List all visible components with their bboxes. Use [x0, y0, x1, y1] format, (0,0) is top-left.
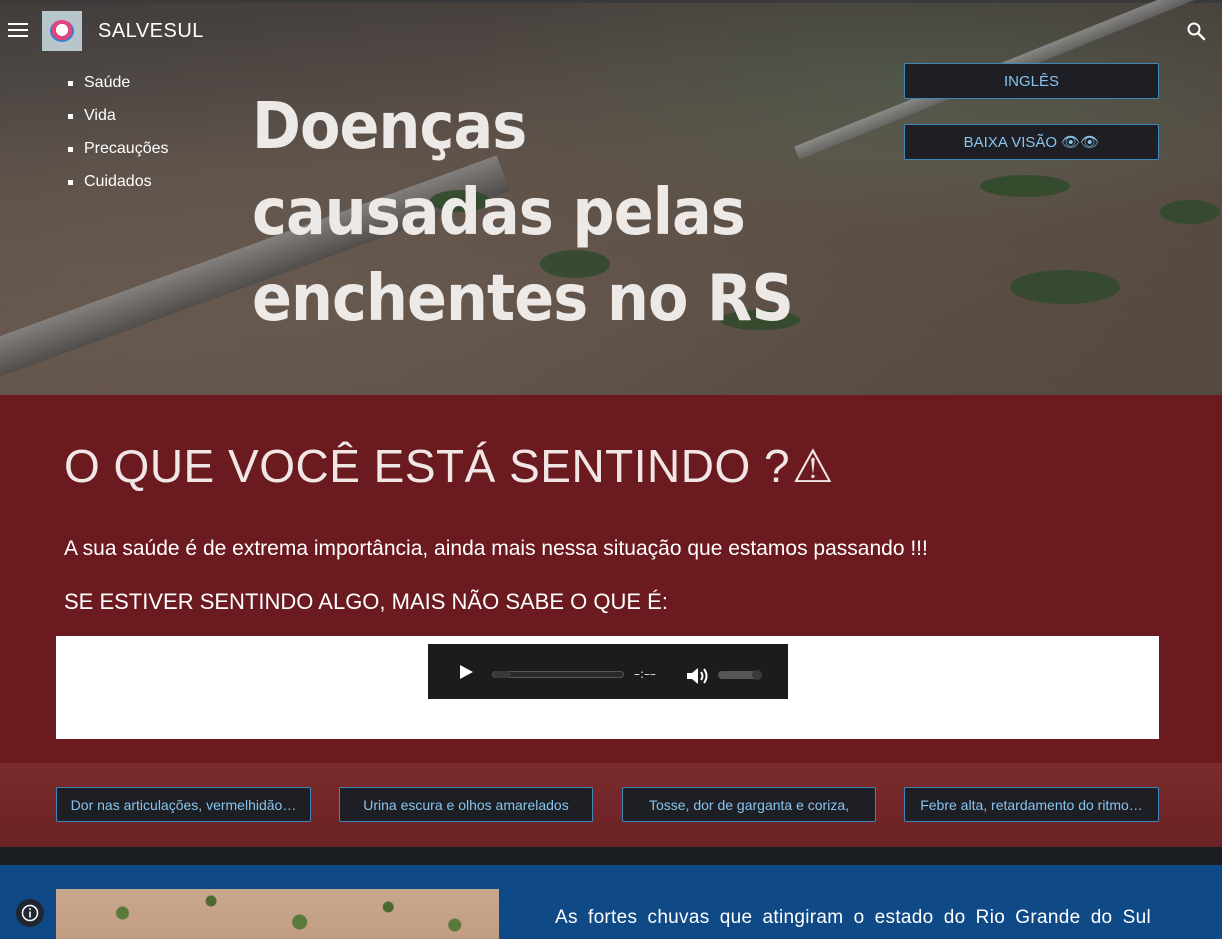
nav-item-cuidados[interactable]: Cuidados [66, 169, 169, 202]
hero-title: Doenças causadas pelas enchentes no RS [252, 90, 794, 336]
symptom-button-joint-pain[interactable]: Dor nas articulações, vermelhidão… [56, 787, 311, 822]
menu-icon[interactable] [8, 20, 28, 40]
search-icon[interactable] [1186, 21, 1206, 41]
volume-slider-knob[interactable] [752, 670, 762, 680]
nav-item-saude[interactable]: Saúde [66, 70, 169, 103]
feeling-section: O QUE VOCÊ ESTÁ SENTINDO ?⚠ A sua saúde … [0, 395, 1222, 763]
info-circle-icon [21, 904, 39, 922]
audio-progress-knob[interactable] [493, 671, 511, 678]
symptoms-strip: Dor nas articulações, vermelhidão… Urina… [0, 763, 1222, 847]
nav-item-precaucoes[interactable]: Precauções [66, 136, 169, 169]
warning-icon: ⚠ [792, 440, 834, 492]
info-text: As fortes chuvas que atingiram o estado … [555, 907, 1151, 928]
feeling-title-text: O QUE VOCÊ ESTÁ SENTINDO ? [64, 440, 791, 492]
play-icon[interactable] [458, 664, 474, 680]
tree-image-element [1160, 200, 1220, 224]
info-icon[interactable] [16, 899, 44, 927]
low-vision-button[interactable]: BAIXA VISÃO 👁👁 [904, 124, 1159, 160]
volume-slider[interactable] [718, 670, 762, 680]
top-edge [0, 0, 1222, 3]
audio-time: –:–– [634, 667, 657, 681]
audio-progress-bar[interactable] [492, 671, 624, 678]
volume-icon[interactable] [686, 666, 710, 686]
flood-image [56, 889, 499, 939]
english-button[interactable]: INGLÊS [904, 63, 1159, 99]
symptom-button-high-fever[interactable]: Febre alta, retardamento do ritmo… [904, 787, 1159, 822]
heart-logo-icon [50, 20, 74, 42]
hero-banner: SALVESUL Saúde Vida Precauções Cuidados … [0, 0, 1222, 395]
audio-player[interactable]: –:–– [428, 644, 788, 699]
site-title[interactable]: SALVESUL [98, 20, 204, 43]
feeling-prompt-text: SE ESTIVER SENTINDO ALGO, MAIS NÃO SABE … [64, 589, 668, 614]
site-logo[interactable] [42, 11, 82, 51]
tree-image-element [980, 175, 1070, 197]
feeling-title: O QUE VOCÊ ESTÁ SENTINDO ?⚠ [64, 439, 834, 493]
symptom-button-dark-urine[interactable]: Urina escura e olhos amarelados [339, 787, 593, 822]
tree-image-element [1010, 270, 1120, 304]
section-divider [0, 847, 1222, 865]
side-nav: Saúde Vida Precauções Cuidados [66, 70, 169, 202]
info-section: As fortes chuvas que atingiram o estado … [0, 865, 1222, 939]
nav-item-vida[interactable]: Vida [66, 103, 169, 136]
audio-container: –:–– [56, 636, 1159, 739]
health-importance-text: A sua saúde é de extrema importância, ai… [64, 537, 928, 560]
symptom-button-cough[interactable]: Tosse, dor de garganta e coriza, [622, 787, 876, 822]
